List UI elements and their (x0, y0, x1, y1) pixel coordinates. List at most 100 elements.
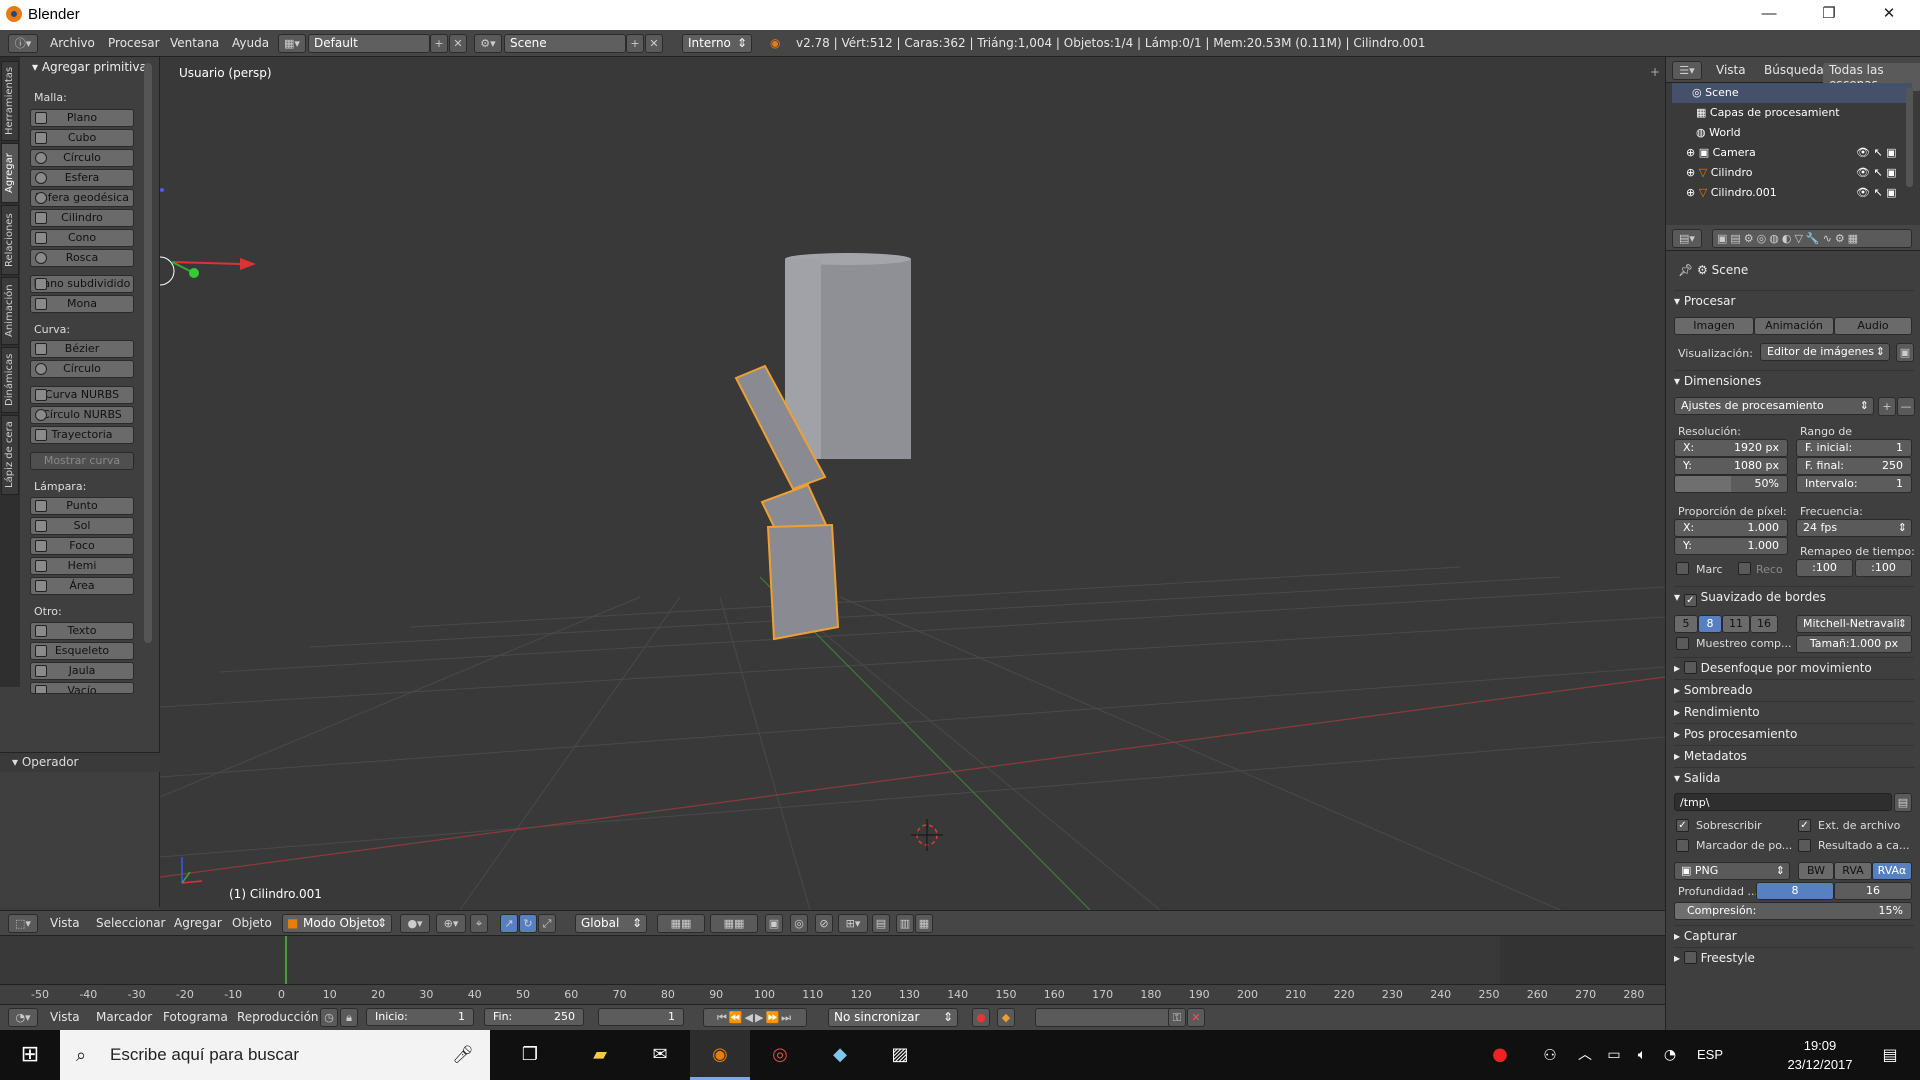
tab-dinamicas[interactable]: Dinámicas (1, 347, 19, 413)
outliner-editor-type-icon[interactable]: ☰▾ (1672, 61, 1702, 80)
close-button[interactable]: ✕ (1860, 0, 1918, 30)
crop-checkbox[interactable] (1738, 562, 1751, 575)
add-empty-button[interactable]: Vacío (30, 682, 134, 694)
input-language[interactable]: ESP (1690, 1030, 1730, 1080)
snap-toggle-icon[interactable]: ⊘ (815, 914, 833, 933)
aa-samples-8[interactable]: 8 (1698, 615, 1722, 633)
info-editor-type-icon[interactable]: ⓘ▾ (8, 34, 38, 53)
layer-lock-icon[interactable]: ▣ (765, 914, 783, 933)
clock[interactable]: 19:09 23/12/2017 (1785, 1036, 1855, 1074)
mode-select[interactable]: ■ Modo Objeto ⇕ (282, 914, 392, 933)
frame-rate-select[interactable]: 24 fps ⇕ (1796, 519, 1912, 537)
insert-keyframe-icon[interactable]: ⚿ (1168, 1008, 1186, 1027)
add-scene-button[interactable]: + (626, 34, 644, 53)
full-sample-checkbox[interactable] (1676, 637, 1689, 650)
add-path-button[interactable]: Trayectoria (30, 426, 134, 444)
outliner-item-scene[interactable]: ◎ Scene (1672, 83, 1912, 103)
add-plane-button[interactable]: Plano (30, 109, 134, 127)
add-text-button[interactable]: Texto (30, 622, 134, 640)
playback-controls[interactable]: ⏮⏪◀▶⏩⏭ (703, 1008, 807, 1027)
aa-samples-16[interactable]: 16 (1750, 615, 1778, 633)
tray-app-icon[interactable]: ● (1470, 1030, 1530, 1080)
preview-range-icon[interactable]: ◷ (320, 1008, 338, 1027)
windows-start-icon[interactable]: ⊞ (0, 1030, 60, 1080)
compression-slider[interactable]: Compresión: 15% (1674, 902, 1912, 920)
properties-editor-type-icon[interactable]: ▤▾ (1672, 229, 1702, 248)
add-armature-button[interactable]: Esqueleto (30, 642, 134, 660)
add-point-lamp-button[interactable]: Punto (30, 497, 134, 515)
screen-layout-icon[interactable]: ▦▾ (278, 34, 306, 53)
add-cylinder-button[interactable]: Cilindro (30, 209, 134, 227)
frame-start-field[interactable]: F. inicial: 1 (1796, 439, 1912, 457)
properties-context-tabs[interactable]: ▣▤⚙◎◍◐▽🔧∿⚙▦ (1712, 229, 1912, 248)
lock-range-icon[interactable]: 🔒︎ (340, 1008, 358, 1027)
menu-objeto[interactable]: Objeto (232, 916, 272, 930)
properties-toggle-icon[interactable]: + (1650, 65, 1660, 79)
wifi-icon[interactable]: ◔ (1656, 1030, 1684, 1080)
remove-scene-button[interactable]: ✕ (645, 34, 663, 53)
tool-shelf-scrollbar[interactable] (144, 63, 152, 643)
add-area-lamp-button[interactable]: Área (30, 577, 134, 595)
record-icon[interactable]: ● (972, 1008, 990, 1027)
frame-step-field[interactable]: Intervalo: 1 (1796, 475, 1912, 493)
render-slot-icon[interactable]: ▣ (1896, 343, 1914, 362)
app-icon[interactable]: ◆ (810, 1030, 870, 1080)
outliner-item-cilindro-001[interactable]: ⊕ ▽ Cilindro.001 👁︎ ↖ ▣ (1686, 183, 1920, 203)
render-preset-select[interactable]: Ajustes de procesamiento ⇕ (1674, 397, 1874, 415)
photos-icon[interactable]: ▨ (870, 1030, 930, 1080)
add-nurbs-curve-button[interactable]: Curva NURBS (30, 386, 134, 404)
maximize-button[interactable]: ❐ (1800, 0, 1858, 30)
timeline-menu-reproduccion[interactable]: Reproducción (237, 1010, 319, 1024)
task-view-icon[interactable]: ❐ (500, 1030, 560, 1080)
antialiasing-checkbox[interactable]: ✓ (1683, 594, 1697, 607)
pixel-aspect-x-field[interactable]: X: 1.000 (1674, 519, 1788, 537)
placeholders-checkbox[interactable] (1676, 839, 1689, 852)
aa-filter-select[interactable]: Mitchell-Netravali ⇕ (1796, 615, 1912, 633)
add-spot-lamp-button[interactable]: Foco (30, 537, 134, 555)
section-output[interactable]: ▾ Salida (1674, 767, 1914, 787)
sync-select[interactable]: No sincronizar ⇕ (828, 1008, 958, 1027)
aa-samples-5[interactable]: 5 (1674, 615, 1698, 633)
proportional-edit-icon[interactable]: ◎ (790, 914, 808, 933)
operator-panel[interactable]: ▾ Operador (0, 752, 160, 772)
outliner-item-cilindro[interactable]: ⊕ ▽ Cilindro 👁︎ ↖ ▣ (1686, 163, 1920, 183)
add-cube-button[interactable]: Cubo (30, 129, 134, 147)
time-remap-new-field[interactable]: :100 (1855, 559, 1912, 577)
layers-icon[interactable]: ▦▦ (657, 914, 705, 933)
mail-icon[interactable]: ✉ (630, 1030, 690, 1080)
section-post-processing[interactable]: ▸ Pos procesamiento (1674, 723, 1914, 743)
render-animation-button[interactable]: Animación (1754, 317, 1834, 335)
section-shading[interactable]: ▸ Sombreado (1674, 679, 1914, 699)
resolution-y-field[interactable]: Y: 1080 px (1674, 457, 1788, 475)
display-select[interactable]: Editor de imágenes ⇕ (1760, 343, 1890, 361)
resolution-percentage-slider[interactable]: 50% (1674, 475, 1788, 493)
timeline-editor-type-icon[interactable]: ◔▾ (8, 1008, 38, 1027)
add-layout-button[interactable]: + (430, 34, 448, 53)
menu-ventana[interactable]: Ventana (170, 36, 219, 50)
show-curve-button[interactable]: Mostrar curva (30, 452, 134, 470)
browse-folder-icon[interactable]: ▤ (1894, 793, 1912, 812)
outliner-item-render-layers[interactable]: ▦ Capas de procesamient (1696, 103, 1920, 123)
delete-keyframe-icon[interactable]: ✕ (1187, 1008, 1205, 1027)
menu-procesar[interactable]: Procesar (108, 36, 160, 50)
visibility-eye-icon[interactable]: 👁︎ ↖ ▣ (1856, 183, 1897, 203)
section-bake[interactable]: ▸ Capturar (1674, 925, 1914, 945)
taskbar-search-box[interactable]: ⌕ Escribe aquí para buscar 🎤︎ (60, 1030, 490, 1080)
outliner-tab-busqueda[interactable]: Búsqueda (1764, 63, 1824, 77)
section-motion-blur[interactable]: ▸ Desenfoque por movimiento (1674, 657, 1914, 677)
3d-viewport[interactable]: Usuario (persp) (1) Cilindro.001 + (160, 57, 1665, 910)
keying-set-field[interactable] (1035, 1008, 1175, 1027)
view3d-editor-type-icon[interactable]: ⬚▾ (8, 914, 38, 933)
cache-result-checkbox[interactable] (1798, 839, 1811, 852)
add-icosphere-button[interactable]: Esfera geodésica (30, 189, 134, 207)
file-explorer-icon[interactable]: ▰ (570, 1030, 630, 1080)
aa-samples-11[interactable]: 11 (1722, 615, 1750, 633)
menu-seleccionar[interactable]: Seleccionar (96, 916, 165, 930)
blender-taskbar-icon[interactable]: ◉ (690, 1030, 750, 1080)
color-mode-bw[interactable]: BW (1798, 862, 1834, 880)
timeline-menu-fotograma[interactable]: Fotograma (163, 1010, 228, 1024)
pixel-aspect-y-field[interactable]: Y: 1.000 (1674, 537, 1788, 555)
filter-size-field[interactable]: Tamañ:1.000 px (1796, 635, 1912, 653)
scene-field[interactable]: Scene (504, 34, 626, 53)
outliner-item-camera[interactable]: ⊕ ▣ Camera 👁︎ ↖ ▣ (1686, 143, 1920, 163)
